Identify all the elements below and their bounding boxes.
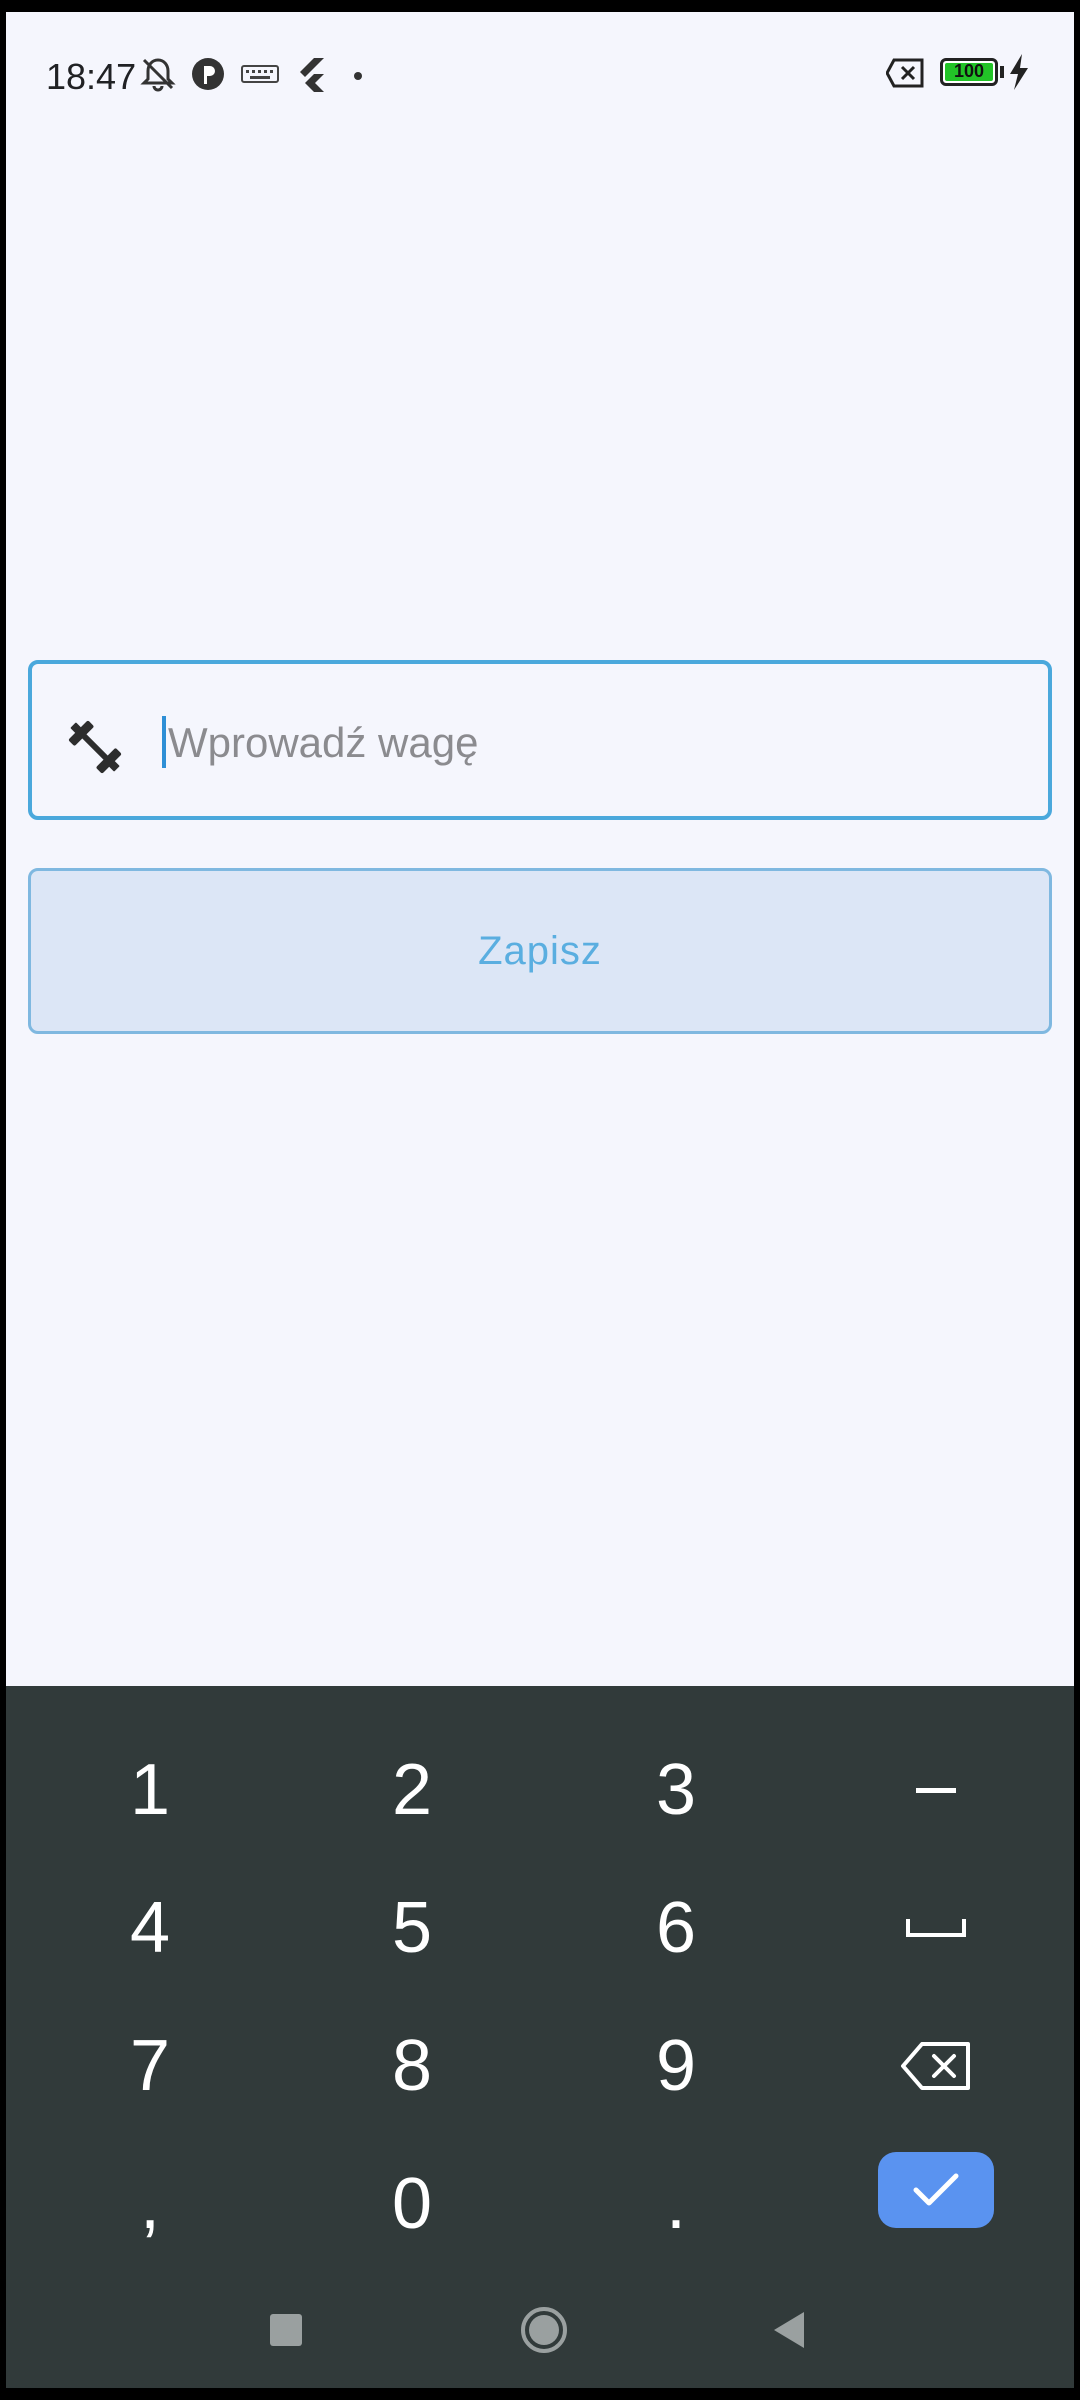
key-period[interactable]: . xyxy=(576,2144,776,2264)
key-5[interactable]: 5 xyxy=(312,1868,512,1988)
key-done[interactable] xyxy=(878,2152,994,2228)
back-icon xyxy=(774,2312,804,2348)
save-button-label: Zapisz xyxy=(478,928,602,973)
battery-tip xyxy=(1000,66,1004,78)
key-3[interactable]: 3 xyxy=(576,1730,776,1850)
home-button[interactable] xyxy=(520,2306,568,2354)
key-minus[interactable] xyxy=(836,1730,1036,1850)
key-9[interactable]: 9 xyxy=(576,2006,776,2126)
dot-icon xyxy=(354,72,362,80)
weight-input[interactable] xyxy=(166,694,1030,792)
numeric-keyboard: 1 2 3 4 5 6 7 8 9 , 0 . xyxy=(6,1686,1074,2388)
key-4[interactable]: 4 xyxy=(50,1868,250,1988)
key-1[interactable]: 1 xyxy=(50,1730,250,1850)
save-button[interactable]: Zapisz xyxy=(28,868,1052,1034)
recents-button[interactable] xyxy=(268,2312,304,2348)
home-icon xyxy=(521,2307,567,2353)
battery-level: 100 xyxy=(953,61,985,81)
checkmark-icon xyxy=(913,2173,959,2206)
key-space[interactable] xyxy=(836,1868,1036,1988)
status-bar: 18:47 100 xyxy=(6,12,1074,138)
app-screen: 18:47 100 Wprowadź wagę Zapisz 1 2 3 4 5… xyxy=(6,12,1074,2388)
key-6[interactable]: 6 xyxy=(576,1868,776,1988)
key-0[interactable]: 0 xyxy=(312,2144,512,2264)
key-7[interactable]: 7 xyxy=(50,2006,250,2126)
battery-icon: 100 xyxy=(940,58,998,86)
backspace-icon xyxy=(901,2042,970,2090)
key-backspace[interactable] xyxy=(836,2006,1036,2126)
status-time: 18:47 xyxy=(46,56,137,97)
bell-off-icon xyxy=(140,58,176,92)
charging-icon xyxy=(1010,54,1028,90)
back-button[interactable] xyxy=(770,2310,808,2350)
key-2[interactable]: 2 xyxy=(312,1730,512,1850)
space-icon xyxy=(906,1919,966,1937)
keyboard-icon xyxy=(241,65,279,83)
close-box-icon xyxy=(886,58,924,88)
key-comma[interactable]: , xyxy=(50,2144,250,2264)
recents-icon xyxy=(270,2314,302,2346)
dumbbell-icon xyxy=(68,720,122,774)
weight-field[interactable] xyxy=(28,660,1052,820)
minus-icon xyxy=(916,1788,956,1793)
flutter-icon xyxy=(300,58,324,92)
app-icon xyxy=(192,58,224,90)
key-8[interactable]: 8 xyxy=(312,2006,512,2126)
